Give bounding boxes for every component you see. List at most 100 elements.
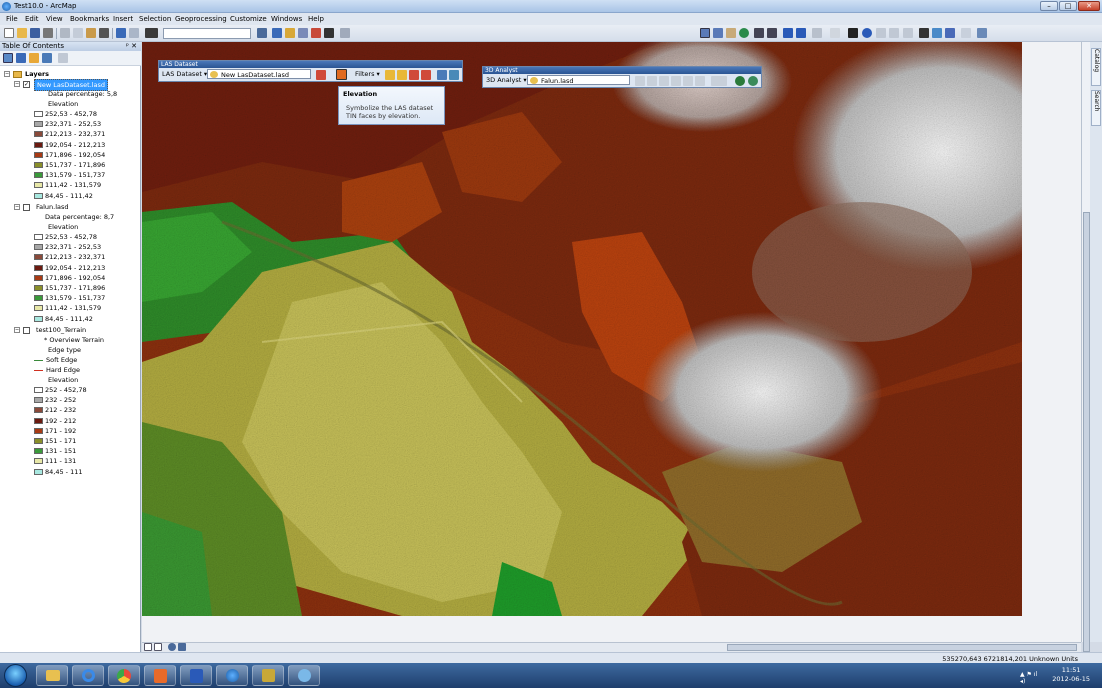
menu-windows[interactable]: Windows xyxy=(271,15,302,23)
point-symbology-icon[interactable] xyxy=(316,70,326,80)
las-dataset-toolbar-title[interactable]: LAS Dataset xyxy=(159,61,462,68)
list-by-visibility-icon[interactable] xyxy=(29,53,39,63)
collapse-icon[interactable]: − xyxy=(14,81,20,87)
go-to-xy-icon[interactable] xyxy=(932,28,942,38)
map-scale-combo[interactable] xyxy=(163,28,251,39)
hyperlink-icon[interactable] xyxy=(876,28,886,38)
profile-view-icon[interactable] xyxy=(437,70,447,80)
arcglobe-icon[interactable] xyxy=(748,76,758,86)
toc-window-icon[interactable] xyxy=(272,28,282,38)
collapse-icon[interactable]: − xyxy=(4,71,10,77)
collapse-icon[interactable]: − xyxy=(14,327,20,333)
map-vertical-scrollbar[interactable] xyxy=(1081,42,1090,652)
fixed-zoom-in-icon[interactable] xyxy=(754,28,764,38)
find-icon[interactable] xyxy=(919,28,929,38)
3d-analyst-toolbar-title[interactable]: 3D Analyst xyxy=(483,67,761,74)
model-builder-icon[interactable] xyxy=(340,28,350,38)
full-extent-icon[interactable] xyxy=(739,28,749,38)
line-of-sight-icon[interactable] xyxy=(659,76,669,86)
close-button[interactable]: ✕ xyxy=(1078,1,1100,11)
minimize-button[interactable]: – xyxy=(1040,1,1058,11)
html-popup-icon[interactable] xyxy=(889,28,899,38)
select-elements-icon[interactable] xyxy=(848,28,858,38)
map-horizontal-scrollbar[interactable] xyxy=(142,642,1081,652)
toc-options-icon[interactable] xyxy=(58,53,68,63)
filters-menu[interactable]: Filters ▾ xyxy=(355,70,380,78)
map-view[interactable]: LAS Dataset LAS Dataset ▾ New LasDataset… xyxy=(142,42,1081,642)
list-by-selection-icon[interactable] xyxy=(42,53,52,63)
back-extent-icon[interactable] xyxy=(783,28,793,38)
fixed-zoom-out-icon[interactable] xyxy=(767,28,777,38)
interpolate-point-icon[interactable] xyxy=(683,76,693,86)
collapse-icon[interactable]: − xyxy=(14,204,20,210)
zoom-in-icon[interactable] xyxy=(700,28,710,38)
list-by-source-icon[interactable] xyxy=(16,53,26,63)
profile-graph-icon[interactable] xyxy=(711,76,727,86)
layer-visibility-checkbox[interactable] xyxy=(23,327,30,334)
layout-view-icon[interactable] xyxy=(154,643,162,651)
pause-drawing-icon[interactable] xyxy=(178,643,186,651)
menu-file[interactable]: File xyxy=(6,15,18,23)
scroll-thumb[interactable] xyxy=(1083,212,1090,652)
contour-icon[interactable] xyxy=(635,76,645,86)
time-slider-icon[interactable] xyxy=(945,28,955,38)
refresh-icon[interactable] xyxy=(168,643,176,651)
menu-geoprocessing[interactable]: Geoprocessing xyxy=(175,15,227,23)
taskbar-clock[interactable]: 11:51 2012-06-15 xyxy=(1052,666,1090,684)
select-features-icon[interactable] xyxy=(812,28,822,38)
create-viewer-icon[interactable] xyxy=(977,28,987,38)
menu-bookmarks[interactable]: Bookmarks xyxy=(70,15,109,23)
redo-icon[interactable] xyxy=(129,28,139,38)
paint-taskbar-icon[interactable] xyxy=(288,665,320,686)
menu-selection[interactable]: Selection xyxy=(139,15,171,23)
menu-insert[interactable]: Insert xyxy=(113,15,133,23)
clear-selection-icon[interactable] xyxy=(830,28,840,38)
measure-icon[interactable] xyxy=(903,28,913,38)
tray-icons[interactable]: ▲ ⚑ ıl ◂) xyxy=(1020,671,1044,685)
3d-analyst-layer-combo[interactable]: Falun.lasd xyxy=(527,75,630,85)
list-by-drawing-order-icon[interactable] xyxy=(3,53,13,63)
new-document-icon[interactable] xyxy=(4,28,14,38)
steepest-path-icon[interactable] xyxy=(647,76,657,86)
open-folder-icon[interactable] xyxy=(17,28,27,38)
zoom-out-icon[interactable] xyxy=(713,28,723,38)
down-icon[interactable] xyxy=(421,70,431,80)
interpolate-line-icon[interactable] xyxy=(671,76,681,86)
scroll-thumb[interactable] xyxy=(727,644,1077,651)
interpolate-polygon-icon[interactable] xyxy=(695,76,705,86)
las-layer-combo[interactable]: New LasDataset.lasd xyxy=(207,69,311,79)
layer-visibility-checkbox[interactable]: ✓ xyxy=(23,81,30,88)
menu-customize[interactable]: Customize xyxy=(230,15,267,23)
elevation-surface-icon[interactable] xyxy=(336,69,347,80)
identify-icon[interactable] xyxy=(862,28,872,38)
editor-icon[interactable] xyxy=(257,28,267,38)
copy-icon[interactable] xyxy=(73,28,83,38)
menu-help[interactable]: Help xyxy=(308,15,324,23)
las-dataset-menu[interactable]: LAS Dataset ▾ xyxy=(162,70,207,78)
word-taskbar-icon[interactable] xyxy=(180,665,212,686)
arccatalog-taskbar-icon[interactable] xyxy=(252,665,284,686)
elevation-raster-map[interactable] xyxy=(142,42,1022,616)
powerpoint-taskbar-icon[interactable] xyxy=(144,665,176,686)
start-button-icon[interactable] xyxy=(4,664,27,687)
chrome-taskbar-icon[interactable] xyxy=(108,665,140,686)
menu-edit[interactable]: Edit xyxy=(25,15,39,23)
layer-name[interactable]: Falun.lasd xyxy=(36,202,69,212)
catalog-tab[interactable]: Catalog xyxy=(1091,48,1101,86)
save-icon[interactable] xyxy=(30,28,40,38)
arctoolbox-icon[interactable] xyxy=(311,28,321,38)
paste-icon[interactable] xyxy=(86,28,96,38)
3d-analyst-menu[interactable]: 3D Analyst ▾ xyxy=(486,76,527,84)
add-data-icon[interactable] xyxy=(145,28,158,38)
swipe-icon[interactable] xyxy=(961,28,971,38)
layer-name[interactable]: test100_Terrain xyxy=(36,325,86,335)
cut-icon[interactable] xyxy=(60,28,70,38)
forward-extent-icon[interactable] xyxy=(796,28,806,38)
delete-icon[interactable] xyxy=(99,28,109,38)
arcmap-taskbar-icon[interactable] xyxy=(216,665,248,686)
next-icon[interactable] xyxy=(397,70,407,80)
pan-icon[interactable] xyxy=(726,28,736,38)
home-icon[interactable] xyxy=(409,70,419,80)
data-view-icon[interactable] xyxy=(144,643,152,651)
search-window-icon[interactable] xyxy=(298,28,308,38)
